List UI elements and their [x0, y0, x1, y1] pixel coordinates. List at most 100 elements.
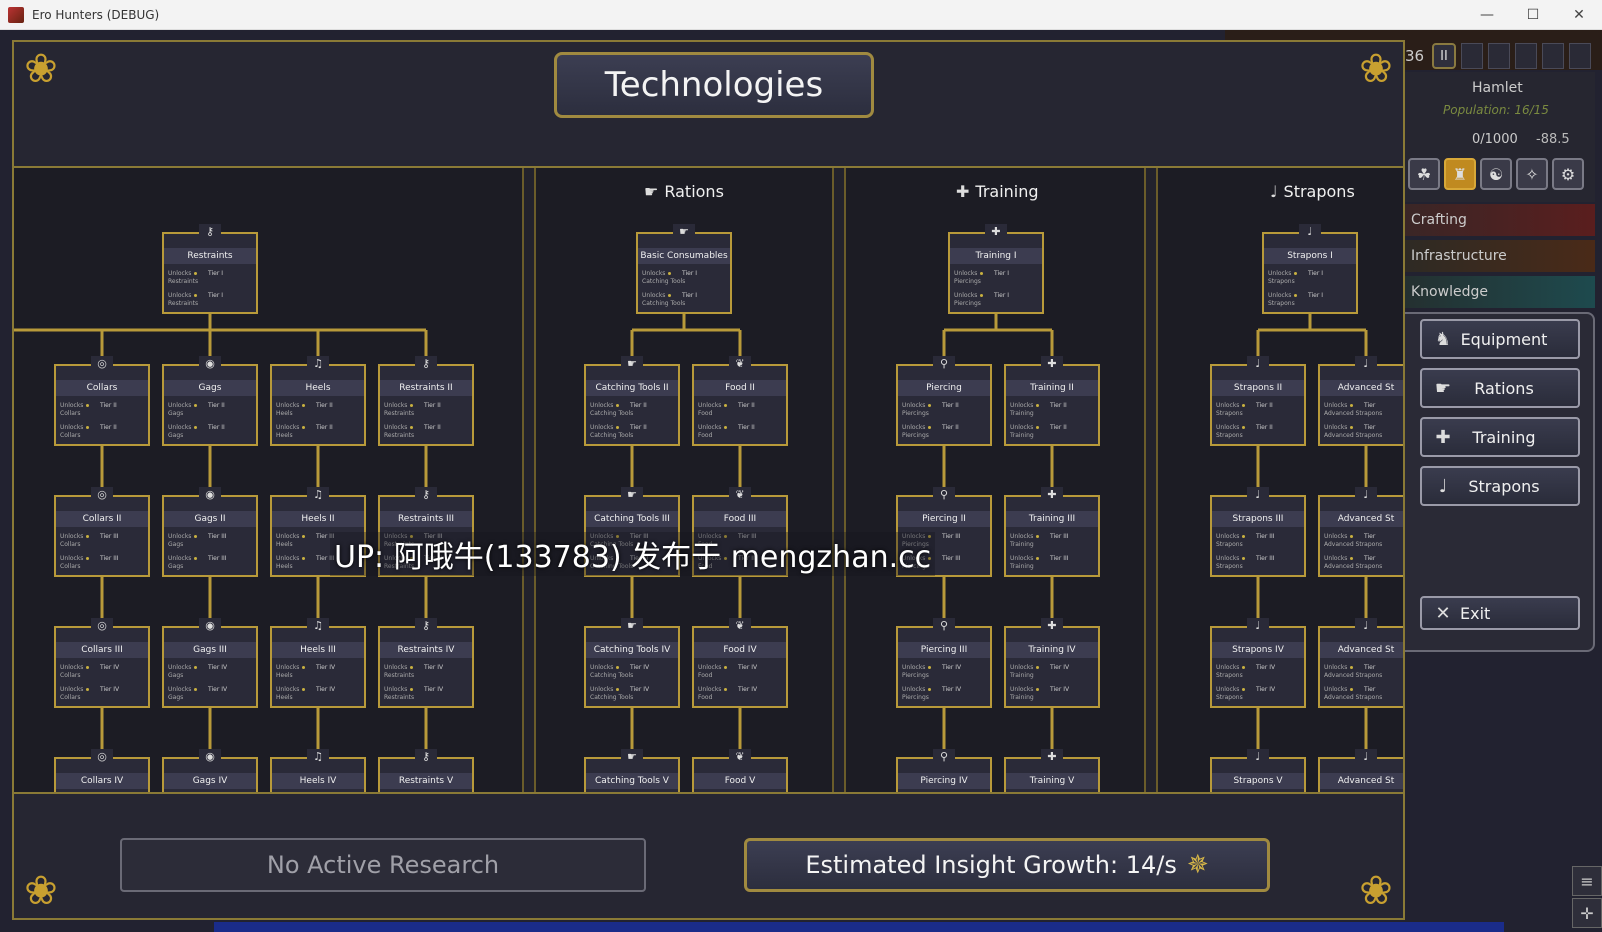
minimize-button[interactable]: —	[1464, 0, 1510, 30]
tech-node[interactable]: ⚷ Restraints II Unlocks Restraints Tier II Un…	[378, 356, 474, 446]
tech-node-icon: ♩	[1247, 356, 1269, 372]
tech-node-unlock: Unlocks Gags Tier III	[168, 555, 254, 571]
tech-node[interactable]: ⚲ Piercing Unlocks Piercings Tier II Unlocks P…	[896, 356, 992, 446]
speed-slot[interactable]	[1515, 43, 1537, 69]
unlock-tier: Tier I	[208, 270, 223, 277]
unlock-label: Unlocks	[1010, 424, 1034, 431]
unlock-label: Unlocks	[168, 270, 192, 277]
unlock-label: Unlocks	[590, 424, 614, 431]
unlock-tier: Tier II	[208, 402, 225, 409]
unlock-dot-icon	[1036, 404, 1039, 407]
time-controls: 36 II	[1405, 40, 1595, 72]
tech-node[interactable]: ❦ Food IV Unlocks Food Tier IV Unlocks Food Tie…	[692, 618, 788, 708]
tech-node[interactable]: ⚷ Restraints V	[378, 749, 474, 792]
unlock-dot-icon	[86, 426, 89, 429]
speed-slot[interactable]	[1488, 43, 1510, 69]
tech-node[interactable]: ☛ Catching Tools IV Unlocks Catching Tools T…	[584, 618, 680, 708]
tech-node-name: Catching Tools II	[586, 380, 678, 396]
layers-icon[interactable]: ≡	[1572, 866, 1602, 896]
tech-node[interactable]: ♩ Strapons IV Unlocks Strapons Tier IV Unlock…	[1210, 618, 1306, 708]
pause-button[interactable]: II	[1432, 43, 1456, 69]
tech-node-unlock: Unlocks Strapons Tier III	[1216, 555, 1302, 571]
tech-node[interactable]: ♫ Heels III Unlocks Heels Tier IV Unlocks Heel…	[270, 618, 366, 708]
tech-node[interactable]: ❦ Food II Unlocks Food Tier II Unlocks Food Tie…	[692, 356, 788, 446]
speed-slot[interactable]	[1461, 43, 1483, 69]
star-icon[interactable]: ✧	[1516, 158, 1548, 190]
tech-node[interactable]: ◎ Collars IV	[54, 749, 150, 792]
tech-node-unlock: Unlocks Collars Tier II	[60, 424, 146, 440]
tech-node[interactable]: ◉ Gags IV	[162, 749, 258, 792]
unlock-tier: Tier II	[424, 402, 441, 409]
equipment-button[interactable]: ♞ Equipment	[1420, 319, 1580, 359]
tech-node[interactable]: ♩ Advanced St Unlocks Advanced Strapons Tier…	[1318, 487, 1403, 577]
unlock-label: Unlocks	[1216, 424, 1240, 431]
tech-node[interactable]: ♩ Strapons V	[1210, 749, 1306, 792]
unlock-dot-icon	[980, 272, 983, 275]
speed-slot[interactable]	[1542, 43, 1564, 69]
tech-node[interactable]: ❦ Food V	[692, 749, 788, 792]
speed-slot[interactable]	[1569, 43, 1591, 69]
tech-node-unlock: Unlocks Strapons Tier III	[1216, 533, 1302, 549]
tech-node[interactable]: ♩ Strapons III Unlocks Strapons Tier III Unlo…	[1210, 487, 1306, 577]
tech-node-icon: ✚	[1041, 749, 1063, 765]
unlock-target: Strapons	[1268, 300, 1295, 307]
exit-button[interactable]: ✕ Exit	[1420, 596, 1580, 630]
tech-node[interactable]: ☛ Catching Tools II Unlocks Catching Tools T…	[584, 356, 680, 446]
unlock-label: Unlocks	[384, 402, 408, 409]
category-crafting[interactable]: Crafting	[1405, 204, 1595, 236]
tech-node-icon: ☛	[621, 618, 643, 634]
tech-node-icon: ♩	[1355, 356, 1377, 372]
unlock-label: Unlocks	[168, 292, 192, 299]
unlock-target: Strapons	[1216, 694, 1243, 701]
scroll-icon[interactable]: ♜	[1444, 158, 1476, 190]
unlock-target: Strapons	[1216, 541, 1243, 548]
tech-node-name: Collars	[56, 380, 148, 396]
tech-node[interactable]: ✚ Training IV Unlocks Training Tier IV Unlock…	[1004, 618, 1100, 708]
rations-button[interactable]: ☛ Rations	[1420, 368, 1580, 408]
tech-node[interactable]: ♫ Heels Unlocks Heels Tier II Unlocks Heels Tie…	[270, 356, 366, 446]
category-infrastructure[interactable]: Infrastructure	[1405, 240, 1595, 272]
tech-node[interactable]: ◉ Gags Unlocks Gags Tier II Unlocks Gags Tier I…	[162, 356, 258, 446]
tech-node-unlock: Unlocks Gags Tier IV	[168, 686, 254, 702]
gear-icon[interactable]: ⚙	[1552, 158, 1584, 190]
tech-node[interactable]: ◉ Gags III Unlocks Gags Tier IV Unlocks Gags Ti…	[162, 618, 258, 708]
tech-node[interactable]: ⚲ Piercing III Unlocks Piercings Tier IV Unlo…	[896, 618, 992, 708]
tech-node[interactable]: ♩ Advanced St Unlocks Advanced Strapons Tier…	[1318, 356, 1403, 446]
move-icon[interactable]: ✛	[1572, 898, 1602, 928]
tech-node[interactable]: ♫ Heels IV	[270, 749, 366, 792]
leaf-icon[interactable]: ☘	[1408, 158, 1440, 190]
corner-ornament-icon: ❀	[1359, 46, 1393, 92]
tech-node[interactable]: ◉ Gags II Unlocks Gags Tier III Unlocks Gags Ti…	[162, 487, 258, 577]
maximize-button[interactable]: ☐	[1510, 0, 1556, 30]
tech-node[interactable]: ⚲ Piercing IV	[896, 749, 992, 792]
tech-node[interactable]: ✚ Training I Unlocks Piercings Tier I Unlocks…	[948, 224, 1044, 314]
tech-node[interactable]: ♩ Advanced St	[1318, 749, 1403, 792]
unlock-tier: Tier III	[942, 555, 961, 562]
tech-tree[interactable]: ☛ Rations ✚ Training ♩ Strapons ⚷ Restrai…	[14, 168, 1403, 792]
tech-node[interactable]: ✚ Training V	[1004, 749, 1100, 792]
unlock-tier: Tier II	[738, 402, 755, 409]
tech-node[interactable]: ⚷ Restraints IV Unlocks Restraints Tier IV Un…	[378, 618, 474, 708]
taskbar-strip	[214, 922, 1504, 932]
hud-icon-bar: ☘ ♜ ☯ ✧ ⚙	[1408, 158, 1584, 190]
unlock-dot-icon	[302, 404, 305, 407]
strapons-button[interactable]: ♩ Strapons	[1420, 466, 1580, 506]
category-knowledge[interactable]: Knowledge	[1405, 276, 1595, 308]
tech-node[interactable]: ✚ Training II Unlocks Training Tier II Unlock…	[1004, 356, 1100, 446]
tech-node[interactable]: ◎ Collars Unlocks Collars Tier II Unlocks Coll…	[54, 356, 150, 446]
training-button[interactable]: ✚ Training	[1420, 417, 1580, 457]
tech-node[interactable]: ◎ Collars III Unlocks Collars Tier IV Unlocks…	[54, 618, 150, 708]
tech-node-name: Advanced St	[1320, 511, 1403, 527]
tech-node[interactable]: ⚷ Restraints Unlocks Restraints Tier I Unlock…	[162, 224, 258, 314]
unlock-dot-icon	[668, 294, 671, 297]
tech-node[interactable]: ♩ Advanced St Unlocks Advanced Strapons Tier…	[1318, 618, 1403, 708]
tech-node[interactable]: ♩ Strapons II Unlocks Strapons Tier II Unlock…	[1210, 356, 1306, 446]
tech-node[interactable]: ☛ Basic Consumables Unlocks Catching Tools T…	[636, 224, 732, 314]
tech-node[interactable]: ◎ Collars II Unlocks Collars Tier III Unlocks…	[54, 487, 150, 577]
close-window-button[interactable]: ✕	[1556, 0, 1602, 30]
unlock-label: Unlocks	[1324, 424, 1348, 431]
tech-node[interactable]: ✚ Training III Unlocks Training Tier III Unlo…	[1004, 487, 1100, 577]
tech-node[interactable]: ☛ Catching Tools V	[584, 749, 680, 792]
globe-icon[interactable]: ☯	[1480, 158, 1512, 190]
tech-node[interactable]: ♩ Strapons I Unlocks Strapons Tier I Unlocks S…	[1262, 224, 1358, 314]
